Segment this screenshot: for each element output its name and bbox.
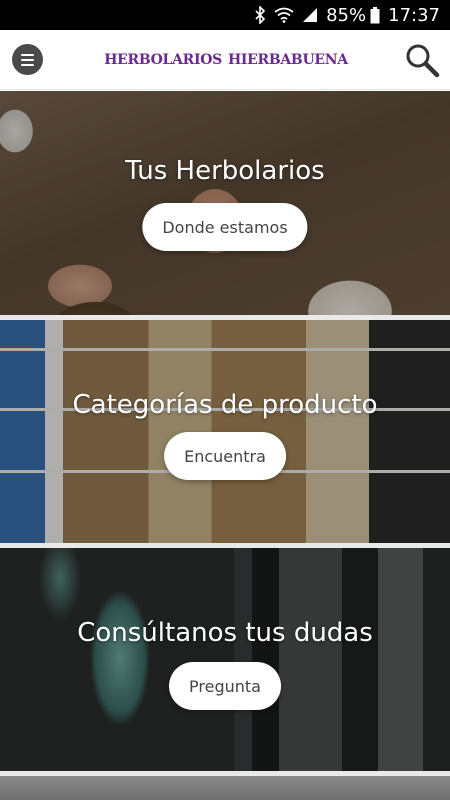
card-categorias[interactable]: Categorías de producto Encuentra <box>0 320 450 543</box>
card-consultas[interactable]: Consúltanos tus dudas Pregunta <box>0 548 450 771</box>
card-overlay <box>0 548 450 771</box>
logo-text-right: HIERBABUENA <box>227 52 348 68</box>
card-title: Tus Herbolarios <box>125 156 325 186</box>
search-button[interactable] <box>404 42 440 78</box>
status-time: 17:37 <box>388 4 440 26</box>
menu-icon-line <box>21 53 34 56</box>
card-title: Consúltanos tus dudas <box>77 618 373 648</box>
wifi-icon <box>274 7 294 23</box>
menu-icon-line <box>21 58 34 61</box>
bluetooth-icon <box>254 6 266 24</box>
status-bar: 85% 17:37 <box>0 0 450 30</box>
menu-button[interactable] <box>12 44 43 75</box>
menu-icon-line <box>21 63 34 66</box>
donde-estamos-button[interactable]: Donde estamos <box>142 203 308 251</box>
card-next-partial <box>0 776 450 800</box>
app-logo: HERBOLARIOS HIERBABUENA <box>104 48 348 72</box>
signal-icon <box>302 7 318 23</box>
pregunta-button[interactable]: Pregunta <box>169 662 281 710</box>
encuentra-button[interactable]: Encuentra <box>164 432 286 480</box>
card-tus-herbolarios[interactable]: Tus Herbolarios Donde estamos <box>0 91 450 315</box>
app-bar: HERBOLARIOS HIERBABUENA <box>0 30 450 90</box>
card-title: Categorías de producto <box>72 390 378 420</box>
battery-icon <box>370 6 380 24</box>
logo-text-left: HERBOLARIOS <box>104 52 222 68</box>
search-icon <box>406 44 440 78</box>
battery-percent: 85% <box>326 4 367 26</box>
